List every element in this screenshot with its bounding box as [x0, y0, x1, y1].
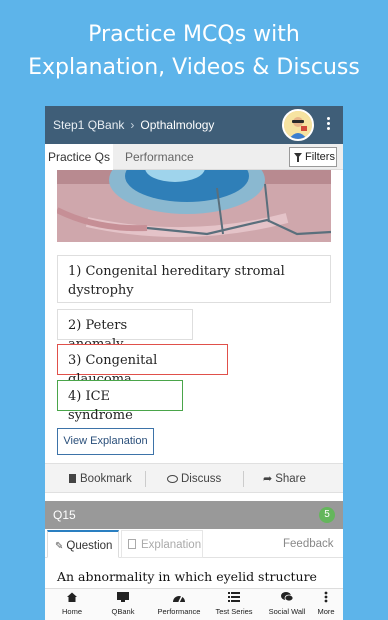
bookmark-label: Bookmark [80, 473, 132, 485]
list-icon [209, 589, 259, 607]
avatar-image [284, 111, 312, 139]
nav-more[interactable]: More [313, 589, 339, 620]
question-image [57, 170, 331, 242]
filters-button[interactable]: Filters [289, 147, 337, 167]
monitor-icon [101, 589, 145, 607]
overflow-menu-icon[interactable] [321, 115, 335, 135]
breadcrumb-separator: › [130, 118, 135, 132]
tab-feedback[interactable]: Feedback [283, 530, 334, 558]
promo-headline: Practice MCQs with Explanation, Videos &… [0, 18, 388, 84]
phone-screen: Step1 QBank › Opthalmology Practice Qs P… [45, 106, 343, 620]
chat-icon [263, 589, 311, 607]
divider [145, 471, 146, 487]
bookmark-button[interactable]: Bookmark [69, 464, 132, 494]
promo-line-2: Explanation, Videos & Discuss [28, 55, 360, 80]
comment-icon [167, 475, 178, 483]
share-label: Share [275, 473, 306, 485]
share-icon: ➦ [263, 473, 273, 485]
nav-qbank-label: QBank [111, 607, 135, 616]
option-4-correct[interactable]: 4) ICE syndrome [57, 380, 183, 423]
eye-photo [57, 170, 331, 242]
app-header: Step1 QBank › Opthalmology [45, 106, 343, 144]
bookmark-icon [69, 474, 76, 483]
nav-performance[interactable]: Performance [151, 589, 207, 620]
question-count-badge: 5 [319, 507, 335, 523]
bottom-navigation: Home QBank Performance Test Series Socia… [45, 588, 343, 620]
nav-home[interactable]: Home [49, 589, 95, 620]
breadcrumb-current: Opthalmology [140, 118, 215, 132]
view-explanation-button[interactable]: View Explanation [57, 428, 154, 455]
question-actions-bar: Bookmark Discuss ➦ Share [45, 463, 343, 493]
promo-line-1: Practice MCQs with [88, 22, 300, 47]
divider [243, 471, 244, 487]
tab-question[interactable]: ✎ Question [47, 530, 119, 558]
avatar[interactable] [282, 109, 314, 141]
question-number: Q15 [53, 508, 76, 522]
discuss-label: Discuss [181, 473, 222, 485]
tab-explanation[interactable]: Explanation [121, 530, 203, 558]
home-icon [49, 589, 95, 607]
breadcrumb-root[interactable]: Step1 QBank [53, 118, 124, 132]
nav-social-wall[interactable]: Social Wall [263, 589, 311, 620]
pencil-icon: ✎ [55, 541, 64, 552]
filter-icon [294, 153, 302, 162]
nav-performance-label: Performance [157, 607, 201, 616]
nav-qbank[interactable]: QBank [101, 589, 145, 620]
share-button[interactable]: ➦ Share [263, 464, 306, 494]
mode-tabs: Practice Qs Performance Filters [45, 144, 343, 170]
nav-more-label: More [317, 607, 335, 616]
discuss-button[interactable]: Discuss [167, 464, 221, 494]
nav-test-series-label: Test Series [215, 607, 253, 616]
more-icon [313, 589, 339, 607]
tab-practice-qs[interactable]: Practice Qs [45, 144, 113, 170]
question-tabs: ✎ Question Explanation Feedback [45, 530, 343, 558]
gauge-icon [151, 589, 207, 607]
tab-explanation-label: Explanation [141, 539, 202, 551]
nav-social-wall-label: Social Wall [268, 607, 306, 616]
tab-performance[interactable]: Performance [125, 144, 194, 170]
option-3-wrong[interactable]: 3) Congenital glaucoma [57, 344, 228, 387]
option-1[interactable]: 1) Congenital hereditary stromal dystrop… [57, 255, 331, 303]
option-2[interactable]: 2) Peters anomaly [57, 309, 193, 352]
book-icon [128, 539, 136, 549]
question-stem: An abnormality in which eyelid structure [57, 569, 317, 584]
nav-test-series[interactable]: Test Series [209, 589, 259, 620]
tab-question-label: Question [66, 540, 113, 552]
question-header: Q15 5 [45, 501, 343, 529]
filters-label: Filters [305, 151, 335, 163]
nav-home-label: Home [61, 607, 82, 616]
